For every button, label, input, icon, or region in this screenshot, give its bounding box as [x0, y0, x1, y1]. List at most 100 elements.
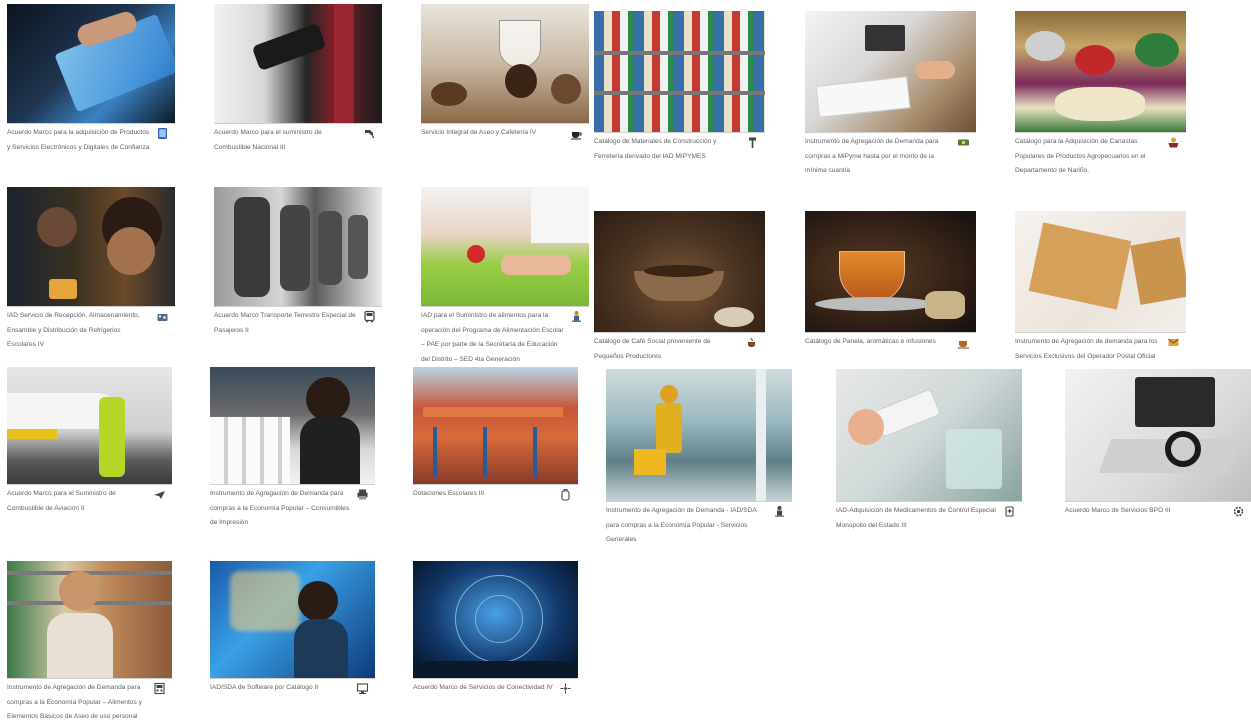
card-image[interactable]	[7, 4, 175, 124]
card-image[interactable]	[7, 561, 172, 679]
card-caption: Catálogo de Café Social proveniente de P…	[594, 335, 765, 364]
card-title[interactable]: Instrumento de Agregación de demanda par…	[1015, 338, 1158, 360]
card-image[interactable]	[413, 561, 578, 679]
network-gear-icon	[1232, 505, 1245, 518]
card-image[interactable]	[594, 11, 765, 133]
card-caption: IAD Servicio de Recepción, Almacenamient…	[7, 309, 175, 353]
card-caption: Acuerdo Marco de Servicios BPO III	[1065, 504, 1251, 519]
catalog-card[interactable]: Instrumento de Agregación de Demanda par…	[805, 11, 976, 179]
catalog-card[interactable]: Acuerdo Marco para el Suministro de Comb…	[7, 367, 172, 516]
card-caption: Catálogo para la Adquisición de Canastas…	[1015, 135, 1186, 179]
basket-icon	[1167, 136, 1180, 149]
card-title[interactable]: Acuerdo Marco para el suministro de Comb…	[214, 129, 322, 151]
connectivity-icon	[559, 682, 572, 695]
food-tray-icon	[156, 310, 169, 323]
card-caption: Acuerdo Marco Transporte Terrestre Espec…	[214, 309, 382, 338]
card-caption: Instrumento de Agregación de demanda par…	[1015, 335, 1186, 364]
card-image[interactable]	[7, 367, 172, 485]
card-title[interactable]: Catálogo de Panela, aromáticas e infusio…	[805, 338, 936, 345]
card-caption: IAD para el Suministro de alimentos para…	[421, 309, 589, 367]
card-title[interactable]: Dotaciones Escolares III	[413, 490, 484, 497]
card-image[interactable]	[421, 4, 589, 124]
card-caption: IAD-Adquisición de Medicamentos de Contr…	[836, 504, 1022, 533]
card-image[interactable]	[1015, 11, 1186, 133]
card-title[interactable]: Acuerdo Marco Transporte Terrestre Espec…	[214, 312, 356, 334]
card-image[interactable]	[594, 211, 765, 333]
card-caption: Instrumento de Agregación de Demanda par…	[7, 681, 172, 725]
card-title[interactable]: Instrumento de Agregación de Demanda - I…	[606, 507, 756, 543]
card-image[interactable]	[805, 211, 976, 333]
catalog-card[interactable]: Dotaciones Escolares III	[413, 367, 578, 502]
catalog-card[interactable]: Instrumento de Agregación de demanda par…	[1015, 211, 1186, 364]
card-image[interactable]	[1065, 369, 1251, 502]
catalog-card[interactable]: Instrumento de Agregación de Demanda - I…	[606, 369, 792, 548]
catalog-card[interactable]: Catálogo de Café Social proveniente de P…	[594, 211, 765, 364]
catalog-card[interactable]: IAD-Adquisición de Medicamentos de Contr…	[836, 369, 1022, 533]
card-title[interactable]: Acuerdo Marco de Servicios de Conectivid…	[413, 684, 553, 691]
catalog-card[interactable]: Acuerdo Marco de Servicios de Conectivid…	[413, 561, 578, 696]
catalog-card[interactable]: Acuerdo Marco para el suministro de Comb…	[214, 4, 382, 155]
computer-icon	[356, 682, 369, 695]
catalog-card[interactable]: Acuerdo Marco para la adquisición de Pro…	[7, 4, 175, 155]
card-caption: Catálogo de Panela, aromáticas e infusio…	[805, 335, 976, 350]
card-caption: Instrumento de Agregación de Demanda - I…	[606, 504, 792, 548]
catalog-card[interactable]: Servicio Integral de Aseo y Cafetería IV	[421, 4, 589, 141]
catalog-card[interactable]: Catálogo para la Adquisición de Canastas…	[1015, 11, 1186, 179]
card-caption: Catálogo de Materiales de Construcción y…	[594, 135, 765, 164]
card-title[interactable]: Acuerdo Marco para el Suministro de Comb…	[7, 490, 116, 512]
card-image[interactable]	[421, 187, 589, 307]
tablet-icon	[156, 127, 169, 140]
catalog-card[interactable]: Catálogo de Panela, aromáticas e infusio…	[805, 211, 976, 350]
card-caption: Acuerdo Marco para la adquisición de Pro…	[7, 126, 175, 155]
medicine-icon	[1003, 505, 1016, 518]
card-image[interactable]	[805, 11, 976, 133]
coffee-cup-icon	[570, 127, 583, 140]
mail-icon	[1167, 336, 1180, 349]
card-image[interactable]	[214, 187, 382, 307]
tea-icon	[957, 336, 970, 349]
card-caption: IAD/SDA de Software por Catálogo II	[210, 681, 375, 696]
catalog-card[interactable]: Instrumento de Agregación de Demanda par…	[7, 561, 172, 725]
card-title[interactable]: IAD-Adquisición de Medicamentos de Contr…	[836, 507, 996, 529]
card-title[interactable]: Catálogo para la Adquisición de Canastas…	[1015, 138, 1146, 174]
card-title[interactable]: Acuerdo Marco para la adquisición de Pro…	[7, 129, 150, 151]
card-title[interactable]: Catálogo de Materiales de Construcción y…	[594, 138, 716, 160]
card-title[interactable]: Instrumento de Agregación de Demanda par…	[7, 684, 142, 720]
card-image[interactable]	[606, 369, 792, 502]
backpack-icon	[559, 488, 572, 501]
card-title[interactable]: IAD Servicio de Recepción, Almacenamient…	[7, 312, 140, 348]
money-icon	[957, 136, 970, 149]
card-title[interactable]: Instrumento de Agregación de Demanda par…	[210, 490, 349, 526]
card-image[interactable]	[836, 369, 1022, 502]
airplane-icon	[153, 488, 166, 501]
fuel-nozzle-icon	[363, 127, 376, 140]
card-title[interactable]: Catálogo de Café Social proveniente de P…	[594, 338, 711, 360]
card-title[interactable]: Servicio Integral de Aseo y Cafetería IV	[421, 129, 536, 136]
card-title[interactable]: Instrumento de Agregación de Demanda par…	[805, 138, 938, 174]
catalog-card[interactable]: Catálogo de Materiales de Construcción y…	[594, 11, 765, 164]
catalog-card[interactable]: IAD/SDA de Software por Catálogo II	[210, 561, 375, 696]
card-image[interactable]	[214, 4, 382, 124]
catalog-card[interactable]: Instrumento de Agregación de Demanda par…	[210, 367, 375, 531]
catalog-card[interactable]: IAD para el Suministro de alimentos para…	[421, 187, 589, 367]
card-caption: Acuerdo Marco para el suministro de Comb…	[214, 126, 382, 155]
card-image[interactable]	[7, 187, 175, 307]
card-image[interactable]	[1015, 211, 1186, 333]
catalog-card[interactable]: IAD Servicio de Recepción, Almacenamient…	[7, 187, 175, 353]
card-title[interactable]: IAD para el Suministro de alimentos para…	[421, 312, 564, 363]
card-caption: Instrumento de Agregación de Demanda par…	[210, 487, 375, 531]
hammer-icon	[746, 136, 759, 149]
card-image[interactable]	[210, 561, 375, 679]
school-meal-icon	[570, 310, 583, 323]
card-title[interactable]: Acuerdo Marco de Servicios BPO III	[1065, 507, 1171, 514]
catalog-card[interactable]: Acuerdo Marco Transporte Terrestre Espec…	[214, 187, 382, 338]
card-caption: Acuerdo Marco de Servicios de Conectivid…	[413, 681, 578, 696]
card-caption: Dotaciones Escolares III	[413, 487, 578, 502]
card-caption: Instrumento de Agregación de Demanda par…	[805, 135, 976, 179]
card-image[interactable]	[413, 367, 578, 485]
card-image[interactable]	[210, 367, 375, 485]
card-caption: Acuerdo Marco para el Suministro de Comb…	[7, 487, 172, 516]
card-title[interactable]: IAD/SDA de Software por Catálogo II	[210, 684, 318, 691]
card-caption: Servicio Integral de Aseo y Cafetería IV	[421, 126, 589, 141]
catalog-card[interactable]: Acuerdo Marco de Servicios BPO III	[1065, 369, 1251, 519]
